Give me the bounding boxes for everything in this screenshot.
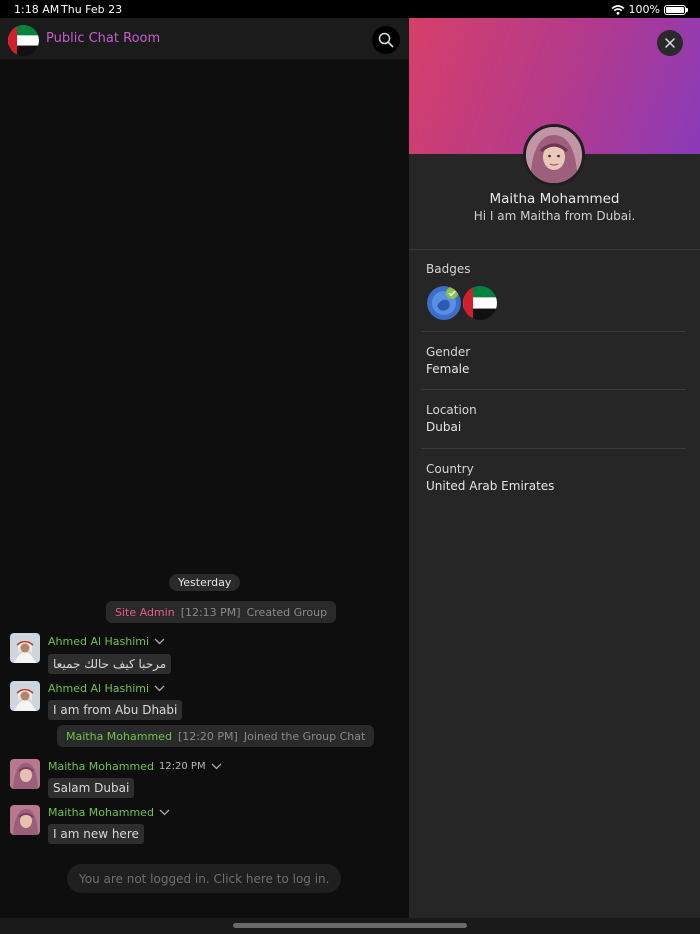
status-time: 1:18 AM <box>14 3 60 16</box>
room-title[interactable]: Public Chat Room <box>46 31 160 46</box>
verified-badge-icon[interactable] <box>427 286 461 320</box>
close-icon <box>665 38 675 48</box>
message-username[interactable]: Ahmed Al Hashimi <box>48 635 165 648</box>
uae-flag-badge-icon[interactable] <box>463 286 497 320</box>
divider <box>421 389 686 390</box>
gender-label: Gender <box>426 345 471 359</box>
close-button[interactable] <box>657 30 683 56</box>
message-username-text: Ahmed Al Hashimi <box>48 682 150 695</box>
chevron-down-icon[interactable] <box>211 763 222 770</box>
message-username[interactable]: Maitha Mohammed <box>48 806 170 819</box>
chevron-down-icon[interactable] <box>154 638 165 645</box>
system-message-user[interactable]: Site Admin <box>115 606 175 619</box>
message-username-text: Ahmed Al Hashimi <box>48 635 150 648</box>
message-bubble: I am from Abu Dhabi <box>48 700 183 720</box>
battery-percent: 100% <box>628 3 660 16</box>
status-right: 100% <box>611 3 688 16</box>
message-bubble: مرحبا كيف حالك جميعا <box>48 654 172 674</box>
divider <box>421 331 686 332</box>
system-message-text: Created Group <box>246 605 328 619</box>
avatar[interactable] <box>10 759 40 789</box>
chevron-down-icon[interactable] <box>159 809 170 816</box>
avatar[interactable] <box>10 681 40 711</box>
profile-avatar[interactable] <box>523 124 585 186</box>
badges-label: Badges <box>426 262 471 276</box>
system-message-time: [12:13 PM] <box>180 605 241 619</box>
chat-panel: Public Chat Room Yesterday Site Admin [1… <box>0 18 409 918</box>
message-bubble: I am new here <box>48 824 144 844</box>
home-indicator[interactable] <box>233 923 467 928</box>
chat-header: Public Chat Room <box>0 18 409 60</box>
message-username[interactable]: Ahmed Al Hashimi <box>48 682 165 695</box>
message-username[interactable]: Maitha Mohammed 12:20 PM <box>48 760 222 773</box>
system-message-time: [12:20 PM] <box>177 729 238 743</box>
message-time: 12:20 PM <box>158 761 206 772</box>
message-username-text: Maitha Mohammed <box>48 760 154 773</box>
divider <box>421 448 686 449</box>
system-message-text: Joined the Group Chat <box>243 729 366 743</box>
profile-bio: Hi I am Maitha from Dubai. <box>473 209 636 223</box>
system-message: Site Admin [12:13 PM] Created Group <box>106 601 337 623</box>
avatar[interactable] <box>10 633 40 663</box>
country-label: Country <box>426 462 474 476</box>
profile-name: Maitha Mohammed <box>489 191 620 207</box>
message-bubble: Salam Dubai <box>48 778 135 798</box>
status-date: Thu Feb 23 <box>61 3 123 16</box>
status-bar: 1:18 AM Thu Feb 23 100% <box>0 0 700 18</box>
profile-panel: Maitha Mohammed Hi I am Maitha from Duba… <box>409 18 700 918</box>
country-value: United Arab Emirates <box>426 479 555 493</box>
gender-value: Female <box>426 362 470 376</box>
search-button[interactable] <box>372 26 400 54</box>
search-icon <box>378 32 394 48</box>
system-message: Maitha Mohammed [12:20 PM] Joined the Gr… <box>57 725 375 747</box>
message-username-text: Maitha Mohammed <box>48 806 154 819</box>
location-label: Location <box>426 403 477 417</box>
wifi-icon <box>611 4 625 15</box>
chevron-down-icon[interactable] <box>154 685 165 692</box>
location-value: Dubai <box>426 420 462 434</box>
system-message-user[interactable]: Maitha Mohammed <box>66 730 172 743</box>
login-prompt-button[interactable]: You are not logged in. Click here to log… <box>67 864 342 893</box>
divider <box>409 249 700 250</box>
avatar[interactable] <box>10 805 40 835</box>
room-flag-icon[interactable] <box>8 25 39 56</box>
day-separator: Yesterday <box>169 574 241 591</box>
battery-icon <box>664 4 688 15</box>
